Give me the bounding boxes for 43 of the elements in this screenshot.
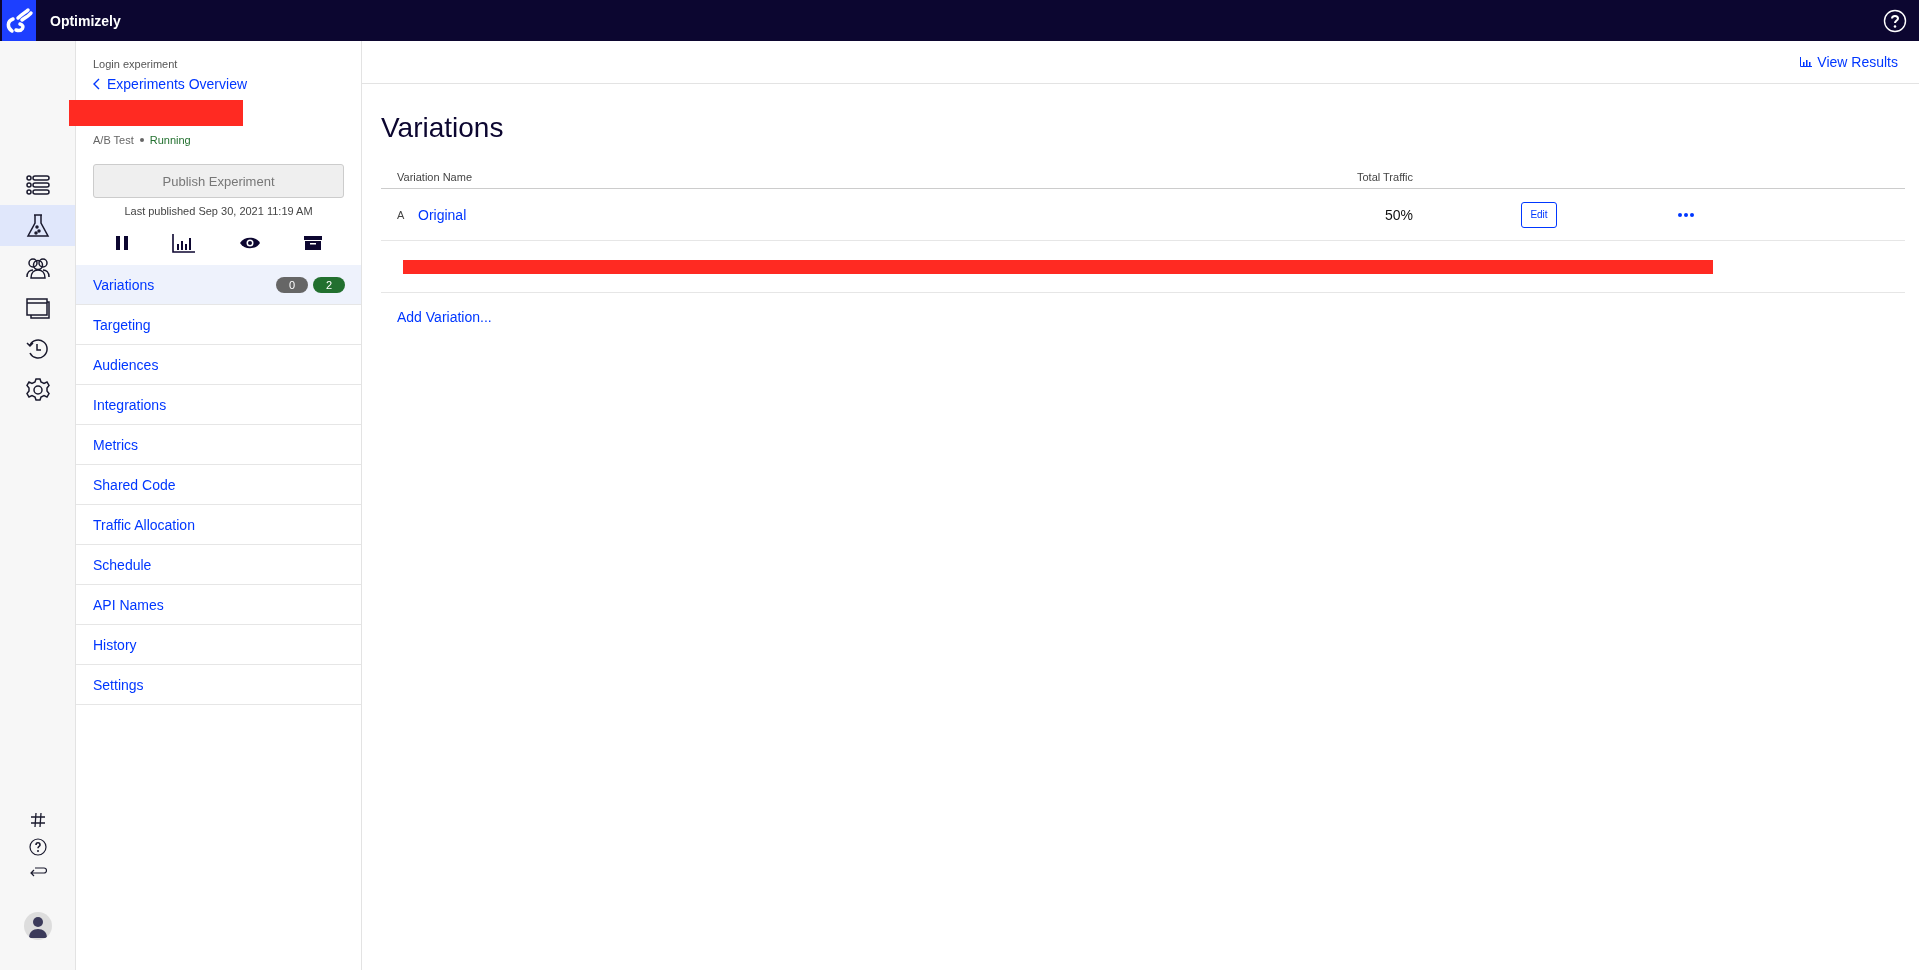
sidebar-nav-item[interactable]: Metrics bbox=[76, 425, 361, 465]
sidebar-nav-item[interactable]: Targeting bbox=[76, 305, 361, 345]
brand-name: Optimizely bbox=[50, 12, 121, 29]
sidebar-nav-item[interactable]: Integrations bbox=[76, 385, 361, 425]
breadcrumb: Login experiment bbox=[93, 58, 179, 70]
hash-icon[interactable] bbox=[29, 812, 46, 828]
gear-icon bbox=[23, 375, 52, 404]
sidebar-nav-item[interactable]: Variations 0 2 bbox=[76, 265, 361, 305]
eye-icon[interactable] bbox=[239, 236, 262, 250]
view-results-link[interactable]: View Results bbox=[1800, 54, 1898, 70]
more-options-icon[interactable] bbox=[1678, 212, 1694, 217]
column-header: Total Traffic bbox=[1355, 171, 1413, 183]
edit-button[interactable]: Edit bbox=[1521, 201, 1557, 228]
help-icon[interactable] bbox=[28, 838, 47, 856]
bar-chart-icon[interactable] bbox=[171, 233, 196, 253]
sidebar-nav-item[interactable]: History bbox=[76, 625, 361, 665]
sidebar-nav-item[interactable]: API Names bbox=[76, 585, 361, 625]
avatar-icon[interactable] bbox=[23, 912, 52, 940]
page-title: Variations bbox=[381, 112, 505, 144]
archive-box-icon[interactable] bbox=[304, 236, 323, 250]
status-dot-icon bbox=[139, 138, 144, 142]
chevron-left-icon bbox=[93, 78, 101, 90]
experiment-status: Running bbox=[149, 134, 191, 146]
logo-icon[interactable] bbox=[2, 0, 36, 41]
sidebar-nav-item[interactable]: Shared Code bbox=[76, 465, 361, 505]
last-published-text: Last published Sep 30, 2021 11:19 AM bbox=[123, 205, 314, 217]
sidebar-nav-item[interactable]: Settings bbox=[76, 665, 361, 705]
bar-chart-icon bbox=[1800, 57, 1813, 67]
back-link[interactable]: Experiments Overview bbox=[93, 76, 344, 92]
count-badge: 0 bbox=[276, 276, 308, 293]
experiment-type: A/B Test bbox=[93, 134, 134, 146]
traffic-cell-text: 50% bbox=[1383, 206, 1413, 223]
publish-button[interactable]: Publish Experiment bbox=[93, 164, 344, 198]
column-header: Variation Name bbox=[397, 171, 473, 183]
add-variation-link[interactable]: Add Variation... bbox=[381, 309, 1905, 325]
variation-link[interactable]: Original bbox=[418, 206, 1097, 223]
sidebar-nav-item[interactable]: Audiences bbox=[76, 345, 361, 385]
sidebar-nav-item[interactable]: Schedule bbox=[76, 545, 361, 585]
count-badge: 2 bbox=[313, 276, 345, 293]
sidebar-nav-item[interactable]: Traffic Allocation bbox=[76, 505, 361, 545]
flask-nav-item[interactable] bbox=[0, 205, 75, 246]
variation-letter: A bbox=[397, 208, 406, 221]
pause-icon[interactable] bbox=[114, 235, 129, 251]
